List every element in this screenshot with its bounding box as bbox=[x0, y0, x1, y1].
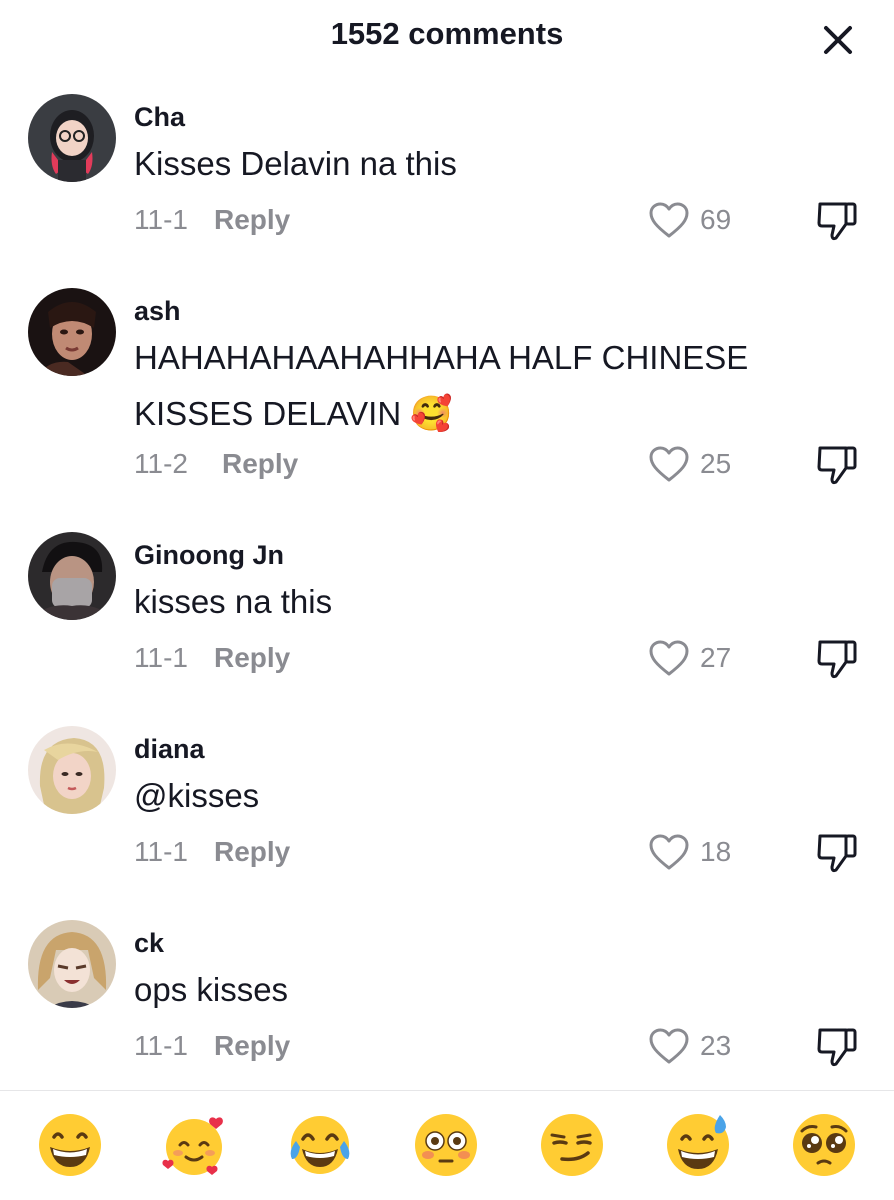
dislike-button[interactable] bbox=[814, 442, 860, 488]
comments-header: 1552 comments bbox=[0, 0, 894, 80]
comment-date: 11-1 bbox=[134, 204, 188, 235]
flushed-face-icon[interactable] bbox=[412, 1111, 480, 1179]
face-with-tears-of-joy-icon[interactable] bbox=[286, 1111, 354, 1179]
reply-button[interactable]: Reply bbox=[214, 836, 290, 868]
close-icon bbox=[824, 26, 852, 54]
comment-date: 11-2 bbox=[134, 448, 188, 479]
dislike-button[interactable] bbox=[814, 830, 860, 876]
reply-button[interactable]: Reply bbox=[222, 448, 298, 480]
pleading-face-icon[interactable] bbox=[790, 1111, 858, 1179]
dislike-button[interactable] bbox=[814, 1024, 860, 1070]
grinning-face-icon[interactable] bbox=[36, 1111, 104, 1179]
grinning-face-with-sweat-icon[interactable] bbox=[664, 1111, 732, 1179]
dislike-button[interactable] bbox=[814, 198, 860, 244]
heart-icon bbox=[649, 834, 689, 870]
avatar[interactable] bbox=[28, 726, 116, 814]
heart-icon bbox=[649, 202, 689, 238]
like-button[interactable]: 18 bbox=[648, 832, 731, 872]
avatar[interactable] bbox=[28, 94, 116, 182]
reply-button[interactable]: Reply bbox=[214, 1030, 290, 1062]
smiling-face-with-hearts-icon[interactable] bbox=[160, 1111, 228, 1179]
comment-date: 11-1 bbox=[134, 642, 188, 673]
like-button[interactable]: 27 bbox=[648, 638, 731, 678]
like-button[interactable]: 25 bbox=[648, 444, 731, 484]
reply-button[interactable]: Reply bbox=[214, 204, 290, 236]
thumbs-down-icon bbox=[817, 202, 857, 241]
thumbs-down-icon bbox=[817, 640, 857, 679]
like-count: 18 bbox=[700, 836, 732, 867]
avatar[interactable] bbox=[28, 288, 116, 376]
like-count: 23 bbox=[700, 1030, 732, 1061]
comment-username[interactable]: Ginoong Jn bbox=[134, 540, 284, 571]
comments-count-title: 1552 comments bbox=[330, 16, 564, 51]
like-count: 69 bbox=[700, 204, 732, 235]
avatar[interactable] bbox=[28, 920, 116, 1008]
comment-date: 11-1 bbox=[134, 1030, 188, 1061]
comment-text: Kisses Delavin na this bbox=[134, 145, 457, 182]
thumbs-down-icon bbox=[817, 446, 857, 485]
thumbs-down-icon bbox=[817, 1028, 857, 1067]
comment-date: 11-1 bbox=[134, 836, 188, 867]
like-count: 25 bbox=[700, 448, 732, 479]
comment-username[interactable]: diana bbox=[134, 734, 205, 765]
like-button[interactable]: 69 bbox=[648, 200, 731, 240]
close-button[interactable] bbox=[818, 20, 858, 60]
comment-username[interactable]: ck bbox=[134, 928, 164, 959]
smiling-face-with-hearts-icon: 🥰 bbox=[410, 394, 453, 434]
like-count: 27 bbox=[700, 642, 732, 673]
thumbs-down-icon bbox=[817, 834, 857, 873]
dislike-button[interactable] bbox=[814, 636, 860, 682]
comment-text: HAHAHAHAAHAHHAHA HALF CHINESE KISSES DEL… bbox=[134, 339, 749, 434]
comment-text: @kisses bbox=[134, 777, 260, 814]
heart-icon bbox=[649, 640, 689, 676]
heart-icon bbox=[649, 446, 689, 482]
comment-username[interactable]: ash bbox=[134, 296, 181, 327]
avatar[interactable] bbox=[28, 532, 116, 620]
smirking-face-icon[interactable] bbox=[538, 1111, 606, 1179]
quick-emoji-bar bbox=[0, 1091, 894, 1200]
like-button[interactable]: 23 bbox=[648, 1026, 731, 1066]
comment-username[interactable]: Cha bbox=[134, 102, 185, 133]
comment-text: ops kisses bbox=[134, 971, 289, 1008]
comment-text: kisses na this bbox=[134, 583, 333, 620]
heart-icon bbox=[649, 1028, 689, 1064]
reply-button[interactable]: Reply bbox=[214, 642, 290, 674]
